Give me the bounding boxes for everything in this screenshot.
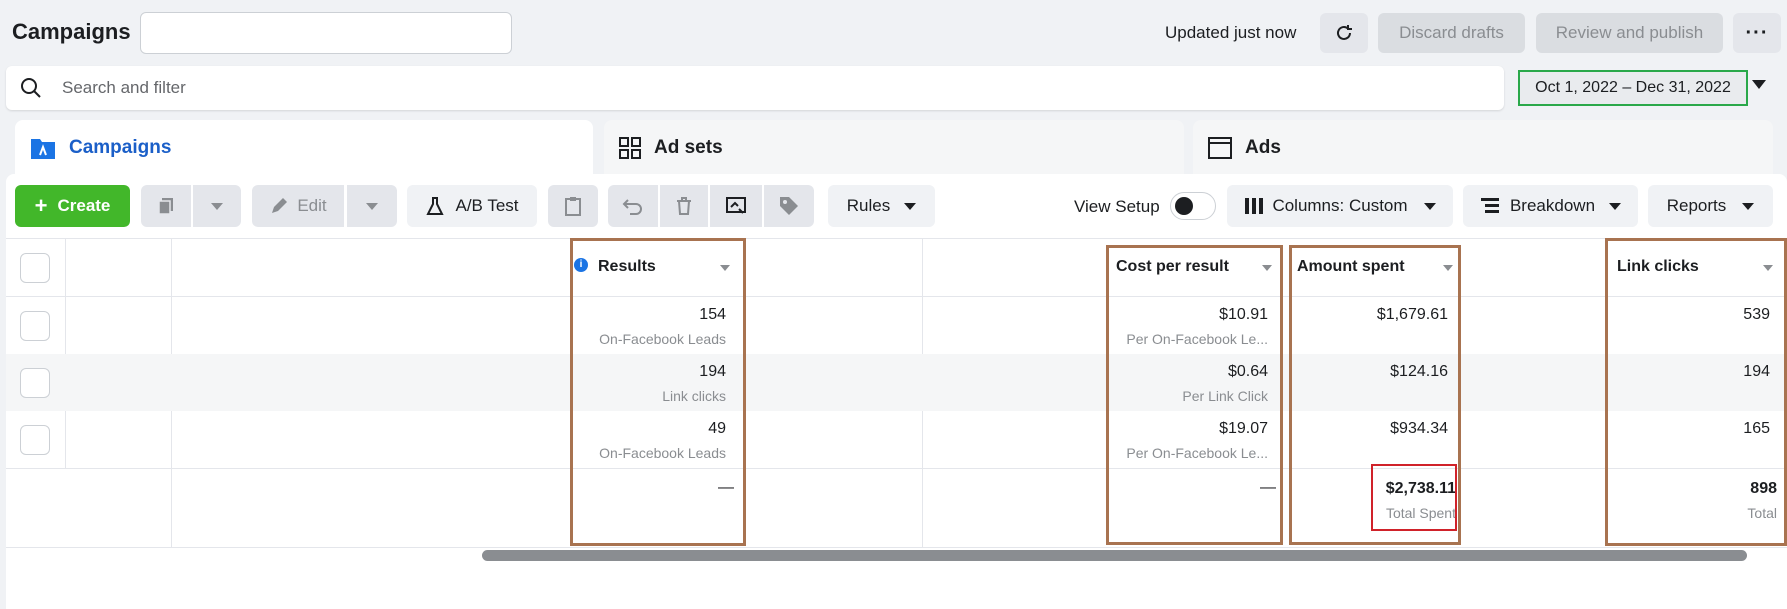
view-setup-toggle[interactable] xyxy=(1170,192,1216,220)
edit-label: Edit xyxy=(297,196,327,215)
tag-icon xyxy=(780,197,798,215)
undo-button[interactable] xyxy=(608,185,658,227)
table-divider xyxy=(6,547,1787,548)
tag-button[interactable] xyxy=(764,185,814,227)
campaigns-tab-icon xyxy=(31,139,55,159)
highlight-cost-per-result-column xyxy=(1106,245,1283,545)
highlight-link-clicks-column xyxy=(1605,238,1787,546)
highlight-total-spent xyxy=(1371,464,1457,531)
pencil-icon xyxy=(272,198,288,213)
more-button[interactable]: ··· xyxy=(1733,13,1781,53)
chevron-down-icon xyxy=(1742,202,1755,210)
tab-campaigns-label: Campaigns xyxy=(69,137,172,158)
tab-adsets-label: Ad sets xyxy=(654,137,723,158)
ads-window-icon xyxy=(1208,137,1232,159)
chevron-down-icon xyxy=(211,202,223,210)
row-checkbox[interactable] xyxy=(20,368,50,398)
tab-ads[interactable]: Ads xyxy=(1193,120,1773,176)
search-icon xyxy=(21,78,41,98)
preview-button[interactable] xyxy=(710,185,762,227)
edit-dropdown[interactable] xyxy=(347,185,397,227)
duplicate-icon xyxy=(158,198,173,215)
chevron-down-icon xyxy=(1609,202,1622,210)
duplicate-button[interactable] xyxy=(141,185,191,227)
page-title: Campaigns xyxy=(12,19,131,44)
trash-icon xyxy=(677,197,691,215)
chevron-down-icon xyxy=(1423,202,1436,210)
plus-icon: + xyxy=(34,193,48,218)
adsets-grid-icon xyxy=(619,137,641,159)
table-divider xyxy=(6,296,1787,297)
review-publish-button[interactable]: Review and publish xyxy=(1536,13,1723,53)
tab-ads-label: Ads xyxy=(1245,137,1281,158)
columns-button[interactable]: Columns: Custom xyxy=(1227,185,1453,227)
rules-label: Rules xyxy=(846,196,891,215)
ab-test-label: A/B Test xyxy=(455,196,519,215)
edit-button[interactable]: Edit xyxy=(252,185,344,227)
clipboard-button[interactable] xyxy=(548,185,598,227)
ab-test-button[interactable]: A/B Test xyxy=(407,185,537,227)
discard-drafts-button[interactable]: Discard drafts xyxy=(1378,13,1525,53)
rules-button[interactable]: Rules xyxy=(828,185,935,227)
chevron-down-icon xyxy=(366,202,378,210)
create-button[interactable]: + Create xyxy=(15,185,130,227)
columns-icon xyxy=(1245,198,1264,214)
campaign-name-input[interactable] xyxy=(140,12,512,54)
refresh-icon xyxy=(1337,25,1352,40)
table-divider xyxy=(6,238,1787,239)
date-range-picker[interactable]: Oct 1, 2022 – Dec 31, 2022 xyxy=(1518,70,1748,106)
duplicate-dropdown[interactable] xyxy=(193,185,241,227)
flask-icon xyxy=(425,197,444,215)
undo-icon xyxy=(622,199,642,215)
create-label: Create xyxy=(57,196,111,215)
breakdown-icon xyxy=(1480,198,1499,213)
table-row-shade xyxy=(6,354,1787,411)
delete-button[interactable] xyxy=(660,185,708,227)
clipboard-icon xyxy=(565,197,581,216)
chevron-down-icon xyxy=(904,202,917,210)
search-input[interactable]: Search and filter xyxy=(62,78,186,98)
horizontal-scrollbar[interactable] xyxy=(482,550,1747,561)
row-checkbox[interactable] xyxy=(20,311,50,341)
reports-label: Reports xyxy=(1666,196,1727,215)
breakdown-label: Breakdown xyxy=(1509,196,1596,215)
preview-icon xyxy=(726,197,746,214)
more-icon: ··· xyxy=(1745,21,1769,44)
tab-adsets[interactable]: Ad sets xyxy=(604,120,1184,176)
view-setup-label: View Setup xyxy=(1074,197,1160,216)
table-divider xyxy=(6,468,1787,469)
select-all-checkbox[interactable] xyxy=(20,253,50,283)
chevron-down-icon[interactable] xyxy=(1752,80,1766,89)
search-bar[interactable]: Search and filter xyxy=(6,66,1504,110)
reports-button[interactable]: Reports xyxy=(1648,185,1773,227)
refresh-button[interactable] xyxy=(1320,13,1368,53)
toggle-knob xyxy=(1175,197,1193,215)
breakdown-button[interactable]: Breakdown xyxy=(1463,185,1638,227)
table-divider xyxy=(65,238,66,468)
update-status: Updated just now xyxy=(1165,23,1297,42)
tab-campaigns[interactable]: Campaigns xyxy=(15,120,593,176)
highlight-results-column xyxy=(570,238,746,546)
row-checkbox[interactable] xyxy=(20,425,50,455)
columns-label: Columns: Custom xyxy=(1272,196,1408,215)
